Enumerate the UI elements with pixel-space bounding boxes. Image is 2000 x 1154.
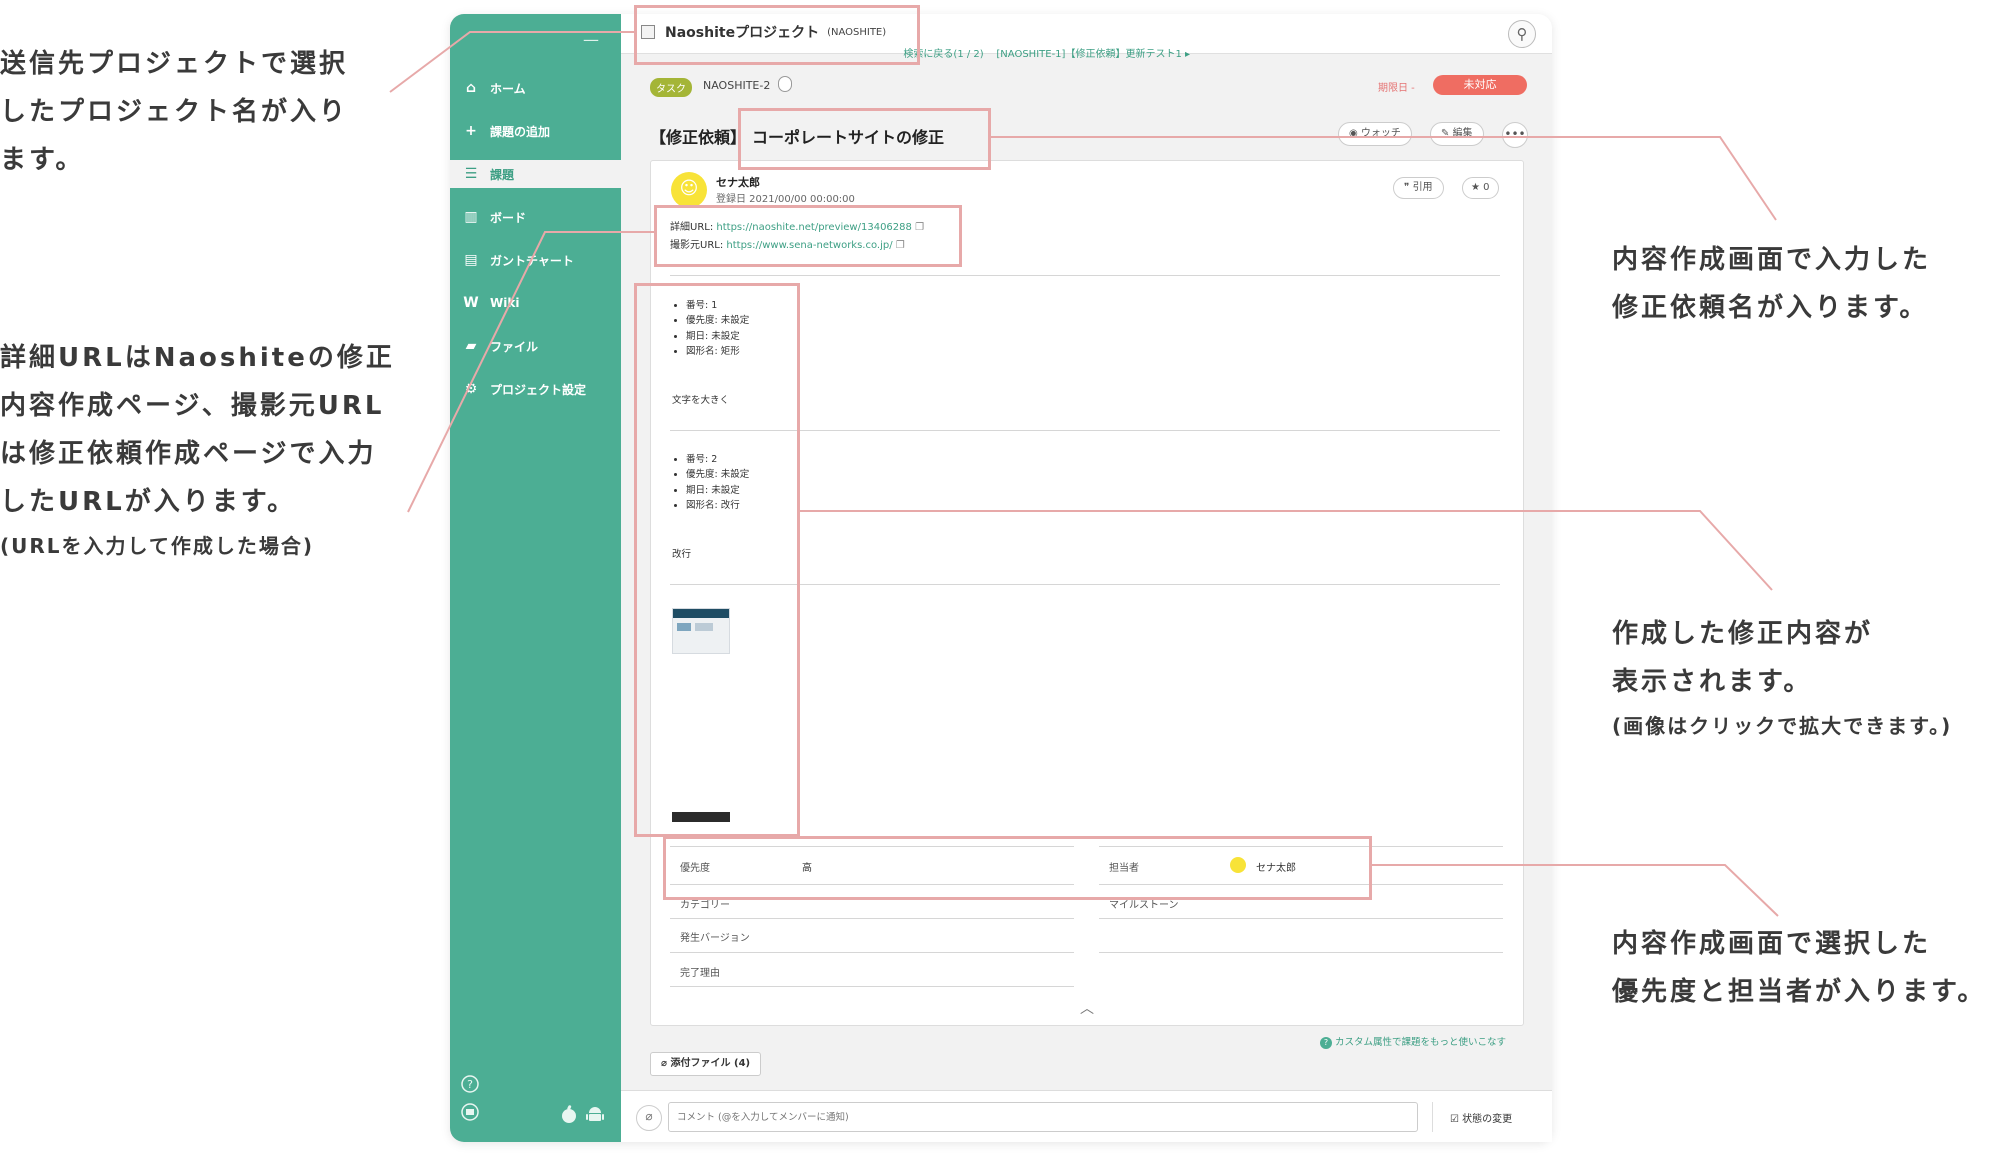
edit-button[interactable]: ✎ 編集 bbox=[1430, 122, 1484, 146]
issue-title: 【修正依頼】 コーポレートサイトの修正 bbox=[650, 124, 944, 148]
divider bbox=[670, 884, 1074, 885]
divider bbox=[1099, 918, 1503, 919]
divider bbox=[670, 952, 1074, 953]
issue-type-badge: タスク bbox=[650, 78, 692, 97]
attach-file-button[interactable]: ⌀ bbox=[636, 1105, 662, 1131]
edit-label: 編集 bbox=[1452, 128, 1473, 139]
list-item: 優先度: 未設定 bbox=[686, 467, 749, 482]
thumbnail-block bbox=[695, 623, 713, 631]
quote-label: 引用 bbox=[1412, 182, 1433, 193]
screenshot-thumbnail-bottom[interactable] bbox=[672, 812, 730, 822]
divider bbox=[1099, 884, 1503, 885]
source-url-link[interactable]: https://www.sena-networks.co.jp/ bbox=[726, 240, 892, 251]
list-item: 期日: 未設定 bbox=[686, 329, 749, 344]
due-date: 期限日 - bbox=[1378, 83, 1415, 94]
assignee-value: セナ太郎 bbox=[1256, 863, 1296, 874]
list-item: 期日: 未設定 bbox=[686, 483, 749, 498]
resolution-label: 完了理由 bbox=[680, 968, 720, 979]
attachments-button[interactable]: ⌀ 添付ファイル (4) bbox=[650, 1052, 762, 1076]
custom-attribute-text: カスタム属性で課題をもっと使いこなす bbox=[1335, 1037, 1507, 1048]
pencil-icon: ✎ bbox=[1441, 128, 1453, 139]
status-change-button[interactable]: ☑ 状態の変更 bbox=[1450, 1110, 1512, 1125]
issue-view: 検索に戻る(1 / 2) [NAOSHITE-1]【修正依頼】更新テスト1 ▸ … bbox=[0, 0, 2000, 1154]
breadcrumb: 検索に戻る(1 / 2) [NAOSHITE-1]【修正依頼】更新テスト1 ▸ bbox=[850, 45, 1190, 60]
edit-status-icon: ☑ bbox=[1450, 1114, 1463, 1125]
star-button[interactable]: ★ 0 bbox=[1462, 177, 1499, 199]
star-count: 0 bbox=[1483, 182, 1490, 193]
status-change-label: 状態の変更 bbox=[1462, 1114, 1513, 1125]
attachments-label: 添付ファイル (4) bbox=[670, 1058, 751, 1069]
detail-url-label: 詳細URL: bbox=[670, 222, 714, 233]
collapse-chevron-icon[interactable]: ︿ bbox=[1080, 998, 1094, 1018]
item-1-text: 文字を大きく bbox=[672, 395, 730, 406]
issue-title-text: コーポレートサイトの修正 bbox=[752, 128, 945, 147]
assignee-avatar bbox=[1230, 857, 1246, 873]
divider bbox=[670, 275, 1500, 276]
quote-button[interactable]: ❞ 引用 bbox=[1393, 177, 1444, 199]
thumbnail-band bbox=[673, 609, 729, 618]
breadcrumb-path[interactable]: [NAOSHITE-1]【修正依頼】更新テスト1 ▸ bbox=[996, 49, 1190, 60]
priority-label: 優先度 bbox=[680, 863, 710, 874]
divider bbox=[670, 584, 1500, 585]
more-options-button[interactable]: ••• bbox=[1502, 122, 1528, 148]
thumbnail-block bbox=[677, 623, 691, 631]
custom-attribute-link[interactable]: ? カスタム属性で課題をもっと使いこなす bbox=[1320, 1034, 1506, 1049]
detail-url-line: 詳細URL: https://naoshite.net/preview/1340… bbox=[670, 218, 924, 233]
source-url-line: 撮影元URL: https://www.sena-networks.co.jp/… bbox=[670, 236, 905, 251]
divider bbox=[1099, 952, 1503, 953]
priority-value: 高 bbox=[802, 863, 812, 874]
star-icon: ★ bbox=[1471, 182, 1484, 193]
divider bbox=[670, 986, 1074, 987]
detail-url-link[interactable]: https://naoshite.net/preview/13406288 bbox=[716, 222, 911, 233]
list-item: 優先度: 未設定 bbox=[686, 313, 749, 328]
divider bbox=[670, 430, 1500, 431]
issue-key: NAOSHITE-2 bbox=[703, 79, 771, 92]
screenshot-thumbnail[interactable] bbox=[672, 608, 730, 654]
milestone-label: マイルストーン bbox=[1109, 900, 1179, 911]
version-label: 発生バージョン bbox=[680, 933, 750, 944]
comment-input[interactable] bbox=[668, 1102, 1418, 1132]
back-to-search-link[interactable]: 検索に戻る(1 / 2) bbox=[903, 49, 983, 60]
eye-icon: ◉ bbox=[1349, 128, 1361, 139]
list-item: 番号: 1 bbox=[686, 298, 749, 313]
status-badge[interactable]: 未対応 bbox=[1433, 75, 1527, 95]
divider bbox=[670, 918, 1074, 919]
clipboard-icon[interactable] bbox=[778, 76, 792, 92]
item-2-text: 改行 bbox=[672, 549, 692, 560]
external-link-icon[interactable]: ❐ bbox=[915, 222, 924, 233]
external-link-icon[interactable]: ❐ bbox=[896, 240, 905, 251]
category-label: カテゴリー bbox=[680, 900, 730, 911]
paperclip-icon: ⌀ bbox=[645, 1109, 653, 1123]
quote-icon: ❞ bbox=[1404, 182, 1413, 193]
created-date: 登録日 2021/00/00 00:00:00 bbox=[716, 194, 855, 205]
more-icon: ••• bbox=[1504, 127, 1526, 141]
help-icon: ? bbox=[1320, 1037, 1332, 1049]
list-item: 番号: 2 bbox=[686, 452, 749, 467]
source-url-label: 撮影元URL: bbox=[670, 240, 724, 251]
item-1-props: 番号: 1 優先度: 未設定 期日: 未設定 図形名: 矩形 bbox=[672, 298, 749, 359]
author-name: セナ太郎 bbox=[716, 176, 760, 189]
issue-title-prefix: 【修正依頼】 bbox=[650, 128, 747, 147]
paperclip-icon: ⌀ bbox=[661, 1058, 671, 1069]
issue-description-card bbox=[650, 160, 1524, 1026]
list-item: 図形名: 改行 bbox=[686, 498, 749, 513]
item-2-props: 番号: 2 優先度: 未設定 期日: 未設定 図形名: 改行 bbox=[672, 452, 749, 513]
assignee-label: 担当者 bbox=[1109, 863, 1139, 874]
list-item: 図形名: 矩形 bbox=[686, 344, 749, 359]
watch-button[interactable]: ◉ ウォッチ bbox=[1338, 122, 1412, 146]
avatar: ☺ bbox=[671, 172, 707, 208]
divider bbox=[1432, 1102, 1433, 1132]
watch-label: ウォッチ bbox=[1360, 128, 1401, 139]
divider bbox=[1099, 846, 1503, 847]
divider bbox=[670, 846, 1074, 847]
